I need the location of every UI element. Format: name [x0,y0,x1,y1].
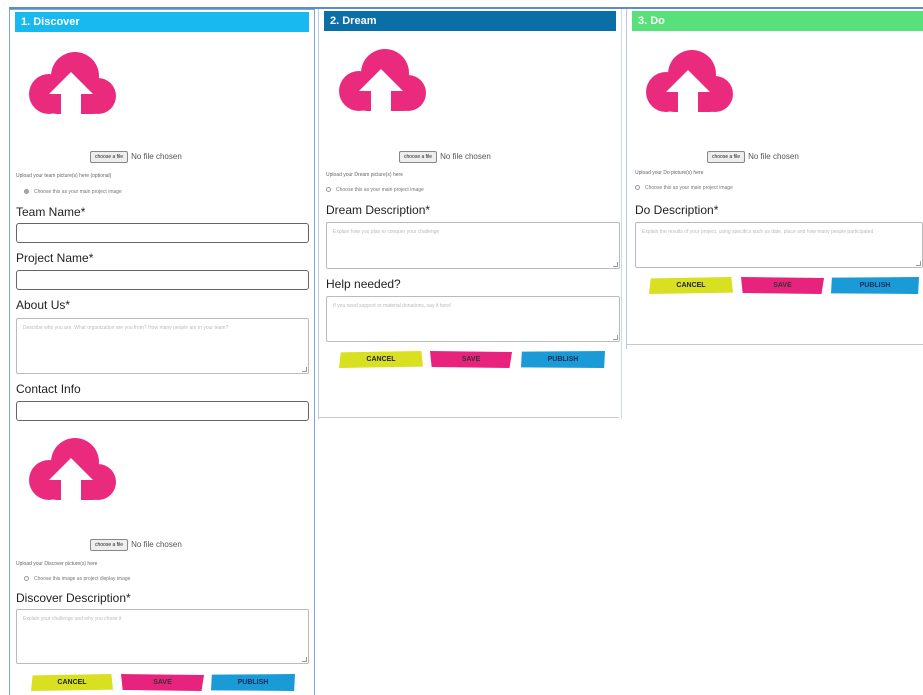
publish-button[interactable]: PUBLISH [211,674,295,691]
main-image-radio[interactable]: Choose this as your main project image [326,187,424,193]
file-status: No file chosen [440,152,491,162]
choose-file-button[interactable]: choose a file [90,151,129,163]
choose-file-button[interactable]: choose a file [399,151,438,163]
cloud-upload-icon[interactable] [23,48,119,128]
resize-grip[interactable] [302,657,307,662]
dream-panel: 2. Dream choose a file No file chosen Upl… [318,9,622,419]
discover-panel: 1. Discover choose a file No file chosen … [9,9,315,695]
file-status: No file chosen [748,152,799,162]
cloud-upload-icon[interactable] [23,434,119,514]
radio-label: Choose this as your main project image [645,185,733,191]
save-button[interactable]: SAVE [121,674,204,691]
choose-file-button[interactable]: choose a file [707,151,746,163]
cancel-button[interactable]: CANCEL [649,277,733,294]
panel-bottom-edge [627,344,923,345]
help-needed-placeholder: If you need support or material donation… [333,303,452,309]
discover-team-file-row: choose a file No file chosen [90,151,182,163]
project-name-label: Project Name* [16,251,94,265]
cloud-upload-icon[interactable] [333,45,429,125]
panel-bottom-edge [319,417,619,418]
do-header: 3. Do [632,11,923,31]
discover-description-label: Discover Description* [16,591,131,605]
project-name-input[interactable] [16,270,309,290]
save-button[interactable]: SAVE [741,277,824,294]
cancel-button[interactable]: CANCEL [31,674,113,691]
radio-dot[interactable] [24,189,29,195]
publish-button[interactable]: PUBLISH [831,277,919,294]
do-panel: 3. Do choose a file No file chosen Upload… [626,9,923,349]
dream-header: 2. Dream [324,11,616,31]
discover-upload-hint: Upload your Discover picture(s) here [16,561,98,567]
about-us-placeholder: Describe who you are. What organization … [23,325,229,331]
radio-label: Choose this as your main project image [34,189,122,195]
discover-file-row: choose a file No file chosen [90,539,182,551]
resize-grip[interactable] [613,335,618,340]
cloud-upload-icon[interactable] [640,46,736,126]
dream-description-textarea[interactable]: Explain how you plan to conquer your cha… [326,222,620,269]
dream-upload-hint: Upload your Dream picture(s) here [326,172,403,178]
do-description-textarea[interactable]: Explain the results of your project, usi… [635,222,923,268]
radio-label: Choose this as your main project image [336,187,424,193]
team-name-label: Team Name* [16,205,86,219]
discover-header: 1. Discover [15,12,309,32]
file-status: No file chosen [131,152,182,162]
cancel-button[interactable]: CANCEL [339,351,423,368]
resize-grip[interactable] [916,261,921,266]
radio-dot[interactable] [24,576,29,582]
do-file-row: choose a file No file chosen [707,151,799,163]
do-upload-hint: Upload your Do picture(s) here [635,170,704,176]
help-needed-textarea[interactable]: If you need support or material donation… [326,296,620,342]
resize-grip[interactable] [613,262,618,267]
radio-dot[interactable] [635,185,640,191]
publish-button[interactable]: PUBLISH [521,351,605,368]
contact-info-label: Contact Info [16,382,81,396]
do-description-placeholder: Explain the results of your project, usi… [642,229,874,235]
choose-file-button[interactable]: choose a file [90,539,129,551]
about-us-label: About Us* [16,298,71,312]
radio-dot[interactable] [326,187,331,193]
team-upload-hint: Upload your team picture(s) here (option… [16,173,112,179]
main-image-radio[interactable]: Choose this as your main project image [24,189,122,195]
display-image-radio[interactable]: Choose this image as project display ima… [24,576,130,582]
main-image-radio[interactable]: Choose this as your main project image [635,185,733,191]
help-needed-label: Help needed? [326,277,401,291]
radio-label: Choose this image as project display ima… [34,576,131,582]
file-status: No file chosen [131,540,182,550]
contact-info-input[interactable] [16,401,309,421]
resize-grip[interactable] [302,367,307,372]
discover-description-placeholder: Explain your challenge and why you chose… [23,616,122,622]
about-us-textarea[interactable]: Describe who you are. What organization … [16,318,309,374]
dream-description-placeholder: Explain how you plan to conquer your cha… [333,229,440,235]
dream-description-label: Dream Description* [326,203,431,217]
save-button[interactable]: SAVE [430,351,512,368]
discover-description-textarea[interactable]: Explain your challenge and why you chose… [16,609,309,664]
do-description-label: Do Description* [635,203,719,217]
team-name-input[interactable] [16,223,309,243]
page: 1. Discover choose a file No file chosen … [0,0,923,695]
dream-file-row: choose a file No file chosen [399,151,491,163]
